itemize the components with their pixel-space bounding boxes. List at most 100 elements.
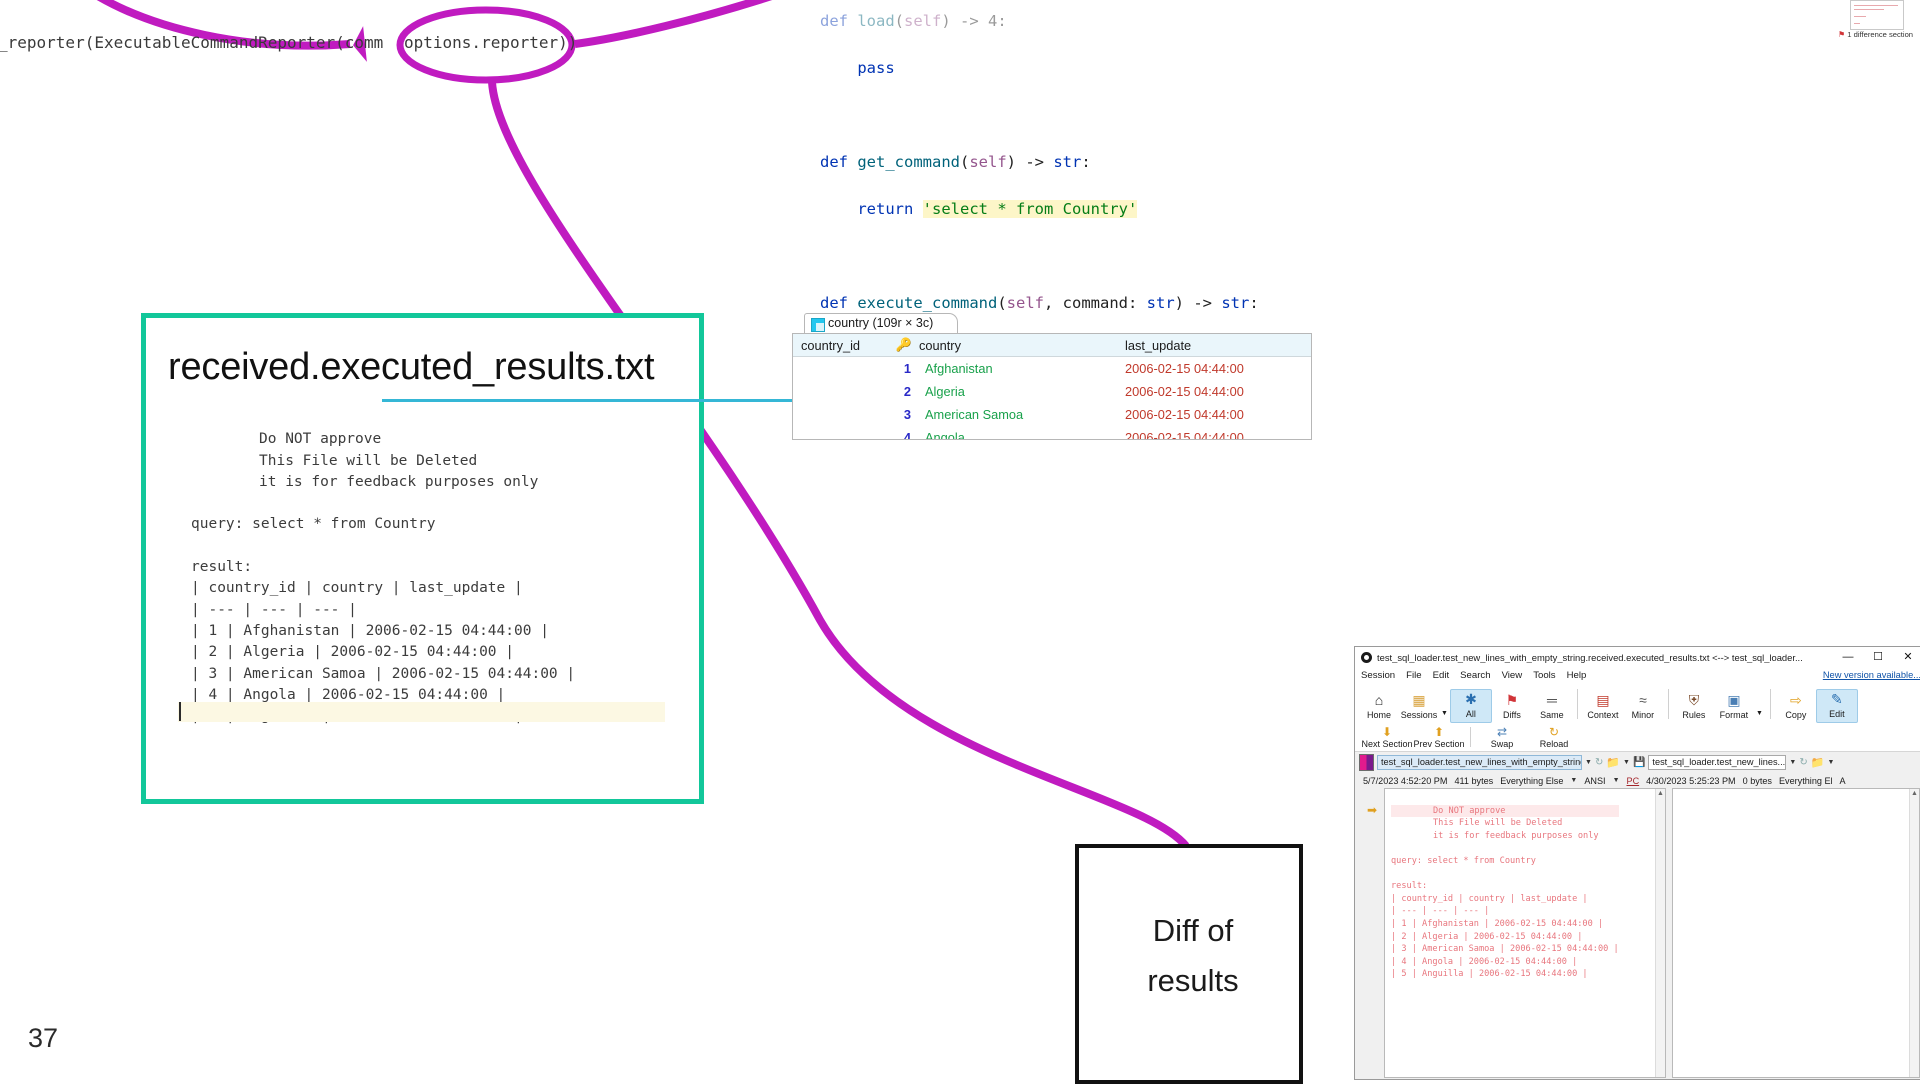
code-self-1: self [969,152,1007,171]
toolbar-button-same[interactable]: ═ Same [1532,691,1572,723]
save-icon[interactable]: 💾 [1633,757,1645,768]
beyond-compare-window[interactable]: test_sql_loader.test_new_lines_with_empt… [1354,646,1920,1080]
table-row[interactable]: 2 Algeria 2006-02-15 04:44:00 [793,380,1311,403]
folder-icon[interactable]: 📁 [1811,756,1825,769]
arrow-down-icon: ⬇ [1381,725,1393,739]
bc-meta-row: 5/7/2023 4:52:20 PM 411 bytes Everything… [1355,773,1920,788]
right-file-filter[interactable]: Everything El [1779,776,1833,786]
bc-left-pane[interactable]: Do NOT approve This File will be Deleted i… [1384,788,1666,1078]
db-cell-id: 2 [903,384,911,399]
table-row[interactable]: 1 Afghanistan 2006-02-15 04:44:00 [793,357,1311,380]
toolbar-divider [1470,727,1471,747]
menu-item-search[interactable]: Search [1460,670,1490,681]
chevron-down-icon[interactable]: ▼ [1439,710,1450,723]
left-file-filter[interactable]: Everything Else [1500,776,1563,786]
maximize-icon[interactable]: ☐ [1863,647,1893,667]
toolbar-button-rules[interactable]: ⛨ Rules [1674,691,1714,723]
code-return-kw: return [857,199,914,218]
mini-compare-pane [1850,0,1904,30]
db-grid-box: country_id 🔑 country last_update 1 Afgha… [792,333,1312,440]
reporter-node-label-text: options.reporter)) [404,33,578,52]
bc-titlebar[interactable]: test_sql_loader.test_new_lines_with_empt… [1355,647,1920,667]
close-icon[interactable]: ✕ [1893,647,1920,667]
bc-right-pane[interactable]: ▲ [1672,788,1920,1078]
right-pane-scrollbar[interactable]: ▲ [1909,789,1919,1077]
left-file-line-ending[interactable]: PC [1627,776,1640,786]
db-col-last-update[interactable]: last_update [1125,338,1311,353]
menu-item-session[interactable]: Session [1361,670,1395,681]
menu-item-edit[interactable]: Edit [1433,670,1450,681]
left-pane-scrollbar[interactable]: ▲ [1655,789,1665,1077]
chevron-down-icon[interactable]: ▼ [1570,777,1577,784]
right-file-path[interactable]: test_sql_loader.test_new_lines... [1648,755,1787,770]
left-file-encoding[interactable]: ANSI [1584,776,1605,786]
bc-toolbar-secondary: ⬇ Next Section ⬆ Prev Section ⇄ Swap ↻ Reloa… [1355,723,1920,752]
diff-label-line-1: Diff of [1152,913,1234,948]
chevron-down-icon[interactable]: ▼ [1613,777,1620,784]
bc-left-pane-text: Do NOT approve This File will be Deleted i… [1391,792,1619,1006]
new-version-link[interactable]: New version available... [1823,670,1920,680]
database-grid: country (109r × 3c) country_id 🔑 country… [792,313,1312,440]
toolbar-button-copy[interactable]: ⇨ Copy [1776,691,1816,723]
chevron-down-icon[interactable]: ▼ [1789,759,1796,766]
toolbar-button-all[interactable]: ✱ All [1449,689,1492,723]
chevron-down-icon[interactable]: ▼ [1585,759,1592,766]
table-row[interactable]: 4 Angola 2006-02-15 04:44:00 [793,426,1311,439]
toolbar-button-minor[interactable]: ≈ Minor [1623,691,1663,723]
results-card: received.executed_results.txt Do NOT app… [141,313,807,804]
chevron-down-icon[interactable]: ▼ [1623,759,1630,766]
bc-left-row-2: | 3 | American Samoa | 2006-02-15 04:44:… [1391,944,1619,955]
scroll-up-icon[interactable]: ▲ [1656,789,1665,798]
toolbar-button-swap[interactable]: ⇄ Swap [1476,725,1528,751]
db-grid-tab[interactable]: country (109r × 3c) [804,313,958,333]
menu-item-view[interactable]: View [1502,670,1523,681]
toolbar-button-edit[interactable]: ✎ Edit [1815,689,1858,723]
menu-item-help[interactable]: Help [1567,670,1587,681]
db-col-country-id[interactable]: country_id [793,338,889,353]
code-line-blank-1 [820,104,1290,128]
table-row[interactable]: 3 American Samoa 2006-02-15 04:44:00 [793,403,1311,426]
code-fragment-left: _reporter(ExecutableCommandReporter(comm [0,33,383,52]
diff-of-results-node: Diff of results [1075,844,1303,1084]
db-col-country[interactable]: country [919,338,1125,353]
left-file-path[interactable]: test_sql_loader.test_new_lines_with_empt… [1377,755,1582,770]
minimize-icon[interactable]: — [1833,647,1863,667]
bc-menubar: Session File Edit Search View Tools Help… [1355,667,1920,683]
toolbar-button-format[interactable]: ▣ Format [1714,691,1754,723]
offscreen-window-fragment: ⚑ 1 difference section [1838,0,1920,46]
toolbar-button-reload[interactable]: ↻ Reload [1528,725,1580,751]
chevron-down-icon[interactable]: ▼ [1827,759,1834,766]
toolbar-button-next-section[interactable]: ⬇ Next Section [1361,725,1413,751]
scroll-up-icon[interactable]: ▲ [1910,789,1919,798]
toolbar-label-swap: Swap [1490,739,1514,749]
toolbar-label-diffs: Diffs [1503,710,1521,720]
db-cell-last-update: 2006-02-15 04:44:00 [1125,361,1244,376]
menu-item-file[interactable]: File [1406,670,1421,681]
code-line-pass-1: pass [820,57,1290,81]
chevron-down-icon[interactable]: ▼ [1754,710,1765,723]
db-cell-last-update: 2006-02-15 04:44:00 [1125,407,1244,422]
results-cursor-highlight [178,702,665,722]
section-marker-icon: ➡ [1367,803,1378,817]
toolbar-button-diffs[interactable]: ⚑ Diffs [1492,691,1532,723]
diffs-icon: ⚑ [1505,692,1519,708]
bc-left-query: query: select * from Country [1391,855,1536,866]
db-cell-last-update: 2006-02-15 04:44:00 [1125,430,1244,439]
toolbar-label-sessions: Sessions [1400,710,1438,720]
results-card-title: received.executed_results.txt [168,346,655,388]
results-header-line-1: This File will be Deleted [259,452,478,469]
menu-item-tools[interactable]: Tools [1533,670,1555,681]
refresh-icon[interactable]: ↻ [1595,757,1603,768]
bc-path-row: test_sql_loader.test_new_lines_with_empt… [1355,752,1920,773]
toolbar-button-prev-section[interactable]: ⬆ Prev Section [1413,725,1465,751]
code-def-1: def [820,152,848,171]
toolbar-button-sessions[interactable]: ▦ Sessions [1399,691,1439,723]
toolbar-button-home[interactable]: ⌂ Home [1359,691,1399,723]
toolbar-button-context[interactable]: ▤ Context [1583,691,1623,723]
toolbar-label-rules: Rules [1682,710,1706,720]
refresh-icon[interactable]: ↻ [1799,757,1807,768]
folder-icon[interactable]: 📁 [1606,756,1620,769]
results-table-header: | country_id | country | last_update | [191,580,523,597]
results-text-caret [179,702,181,721]
toolbar-label-context: Context [1587,710,1619,720]
